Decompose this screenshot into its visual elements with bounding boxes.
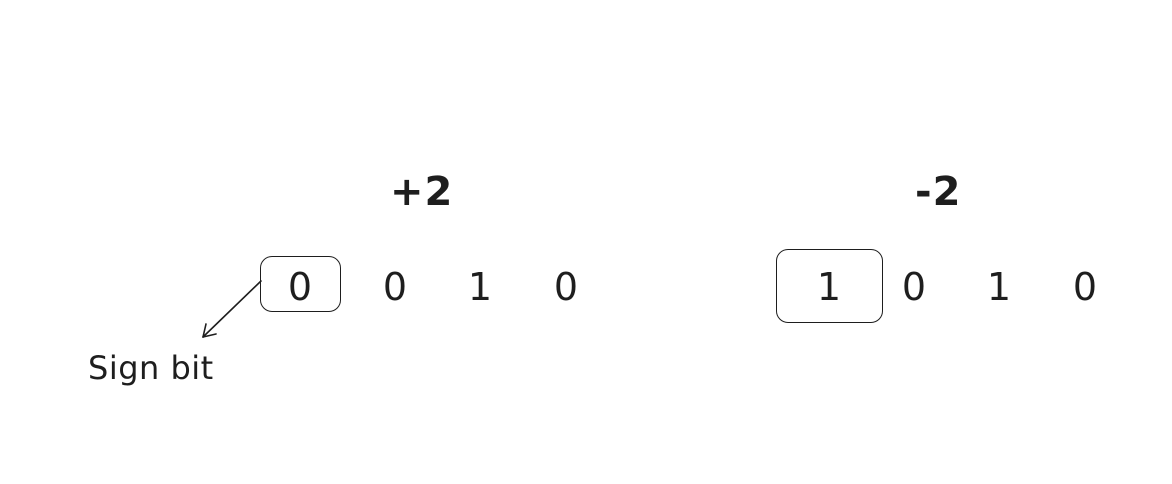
sign-bit-diagram: +2 0 0 1 0 -2 1 0 1 0 Sign bit — [0, 0, 1172, 484]
sign-bit-arrow-icon — [202, 280, 262, 338]
sign-bit-annotation: Sign bit — [88, 349, 214, 387]
